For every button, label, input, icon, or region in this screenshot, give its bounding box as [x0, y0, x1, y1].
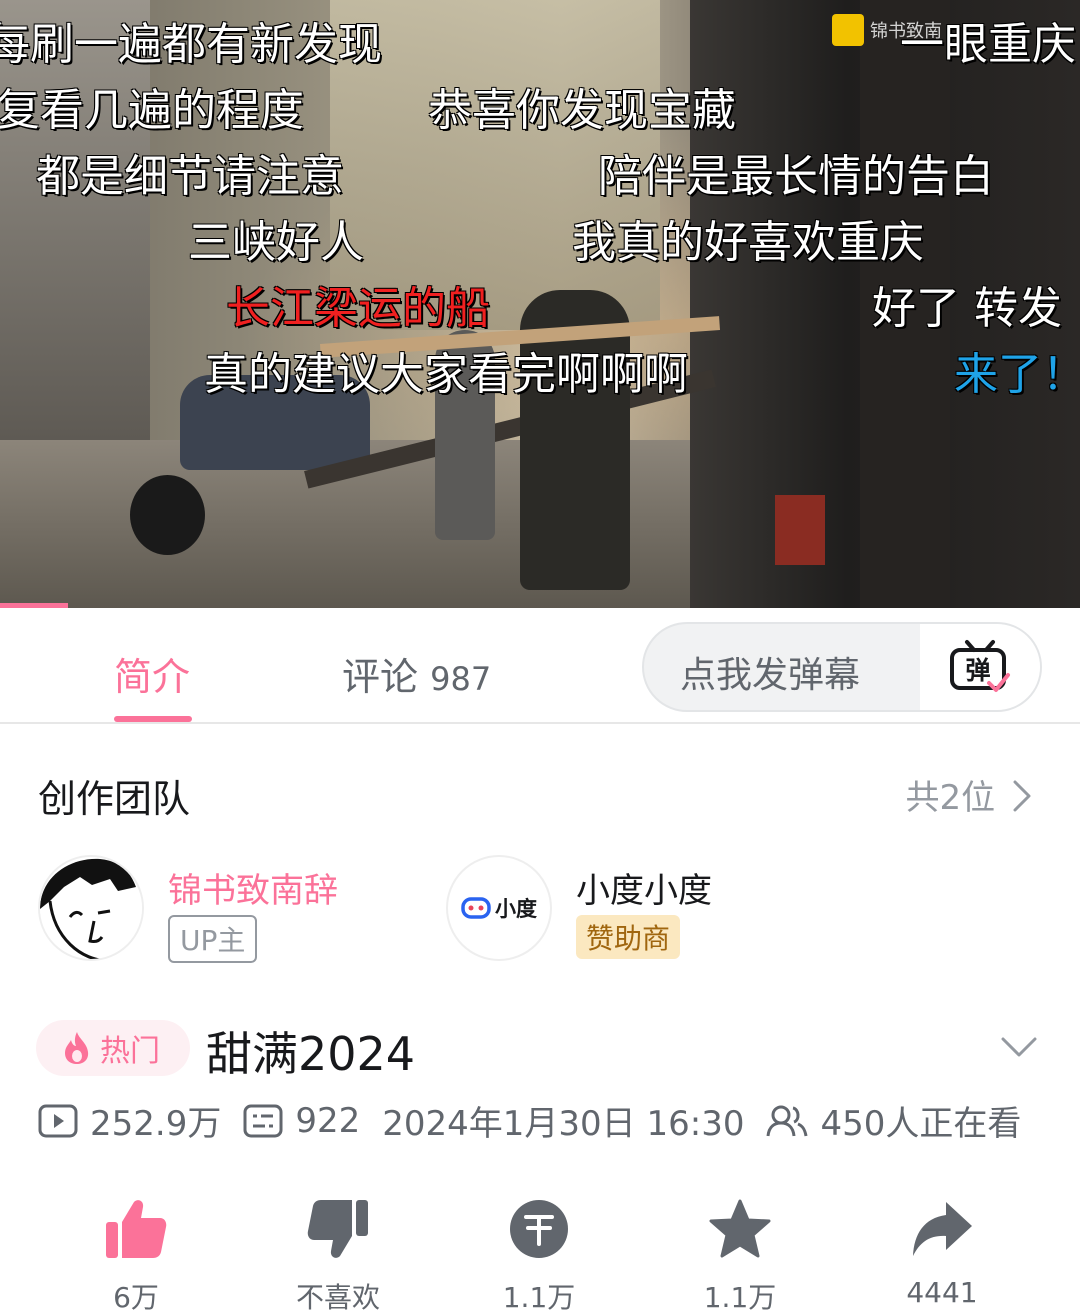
team-count-link[interactable]: 共2位	[906, 770, 1032, 819]
expand-description-button[interactable]	[1000, 1036, 1038, 1062]
dislike-label: 不喜欢	[295, 1281, 380, 1314]
watching-count: 450人正在看	[820, 1104, 1022, 1144]
sponsor-badge: 赞助商	[576, 915, 681, 959]
danmaku-comment: 每刷一遍都有新发现	[0, 19, 382, 70]
xiaodu-logo-icon	[461, 897, 491, 919]
tab-bar: 简介 评论 987 点我发弹幕 弹	[0, 608, 1080, 724]
danmaku-comment: 恭喜你发现宝藏	[428, 85, 736, 136]
team-count: 共2位	[905, 778, 996, 818]
tab-comments[interactable]: 评论 987	[342, 646, 491, 701]
team-member-sponsor[interactable]: 小度 小度小度 赞助商	[446, 855, 766, 965]
favorite-button[interactable]: 1.1万	[670, 1196, 810, 1316]
flame-icon	[65, 1032, 89, 1064]
video-player[interactable]: 每刷一遍都有新发现 复看几遍的程度 恭喜你发现宝藏 都是细节请注意 陪伴是最长情…	[0, 0, 1080, 608]
danmaku-comment: 三峡好人	[188, 217, 364, 268]
team-member-uploader[interactable]: 锦书致南辞 UP主	[38, 855, 398, 965]
sponsor-logo-avatar[interactable]: 小度	[446, 855, 552, 961]
share-icon	[913, 1202, 972, 1256]
team-section-title: 创作团队	[38, 777, 191, 821]
danmaku-comment: 我真的好喜欢重庆	[572, 217, 924, 268]
cartoon-face-avatar-icon	[40, 857, 142, 959]
danmaku-glyph: 弹	[965, 656, 990, 685]
danmaku-comment: 陪伴是最长情的告白	[598, 151, 994, 202]
danmaku-tv-icon: 弹	[950, 640, 1010, 692]
member-name[interactable]: 小度小度	[576, 863, 712, 912]
danmaku-input[interactable]: 点我发弹幕 弹	[642, 622, 1042, 712]
chevron-down-icon	[1001, 1037, 1037, 1057]
hot-label: 热门	[100, 1034, 160, 1069]
action-bar: 6万 不喜欢 1.1万 1.1万 4441	[0, 1196, 1080, 1314]
uploader-watermark: 锦书致南	[832, 14, 942, 46]
danmaku-count-icon	[243, 1104, 283, 1138]
avatar[interactable]	[38, 855, 144, 961]
dislike-button[interactable]: 不喜欢	[268, 1196, 408, 1316]
hot-badge[interactable]: 热门	[36, 1020, 190, 1076]
thumb-up-icon	[106, 1200, 167, 1258]
thumb-down-icon	[307, 1200, 368, 1258]
danmaku-comment: 都是细节请注意	[36, 151, 344, 202]
coin-icon	[510, 1200, 568, 1258]
sponsor-logo-text: 小度	[495, 897, 537, 921]
share-count: 4441	[906, 1276, 978, 1309]
danmaku-toggle-button[interactable]: 弹	[920, 624, 1040, 710]
like-count: 6万	[113, 1281, 159, 1314]
uploader-badge: UP主	[168, 915, 258, 963]
like-button[interactable]: 6万	[66, 1196, 206, 1316]
tab-comments-count: 987	[430, 660, 492, 698]
tab-comments-label: 评论	[342, 655, 419, 699]
member-name[interactable]: 锦书致南辞	[168, 863, 338, 912]
favorite-count: 1.1万	[703, 1281, 777, 1314]
danmaku-comment: 好了 转发	[872, 283, 1062, 334]
star-icon	[709, 1199, 771, 1258]
thumb-up-icon	[832, 14, 864, 46]
danmaku-count: 922	[295, 1100, 361, 1141]
danmaku-input-placeholder: 点我发弹幕	[680, 655, 861, 696]
danmaku-comment: 真的建议大家看完啊啊啊	[204, 349, 688, 400]
publish-datetime: 2024年1月30日 16:30	[382, 1104, 745, 1144]
tab-active-indicator	[114, 716, 192, 722]
coin-count: 1.1万	[502, 1281, 576, 1314]
danmaku-comment: 长江梁运的船	[226, 283, 490, 334]
viewers-icon	[766, 1104, 808, 1138]
watermark-text: 锦书致南	[870, 21, 942, 42]
danmaku-comment: 复看几遍的程度	[0, 85, 304, 136]
danmaku-comment: 来了！	[954, 349, 1080, 400]
share-button[interactable]: 4441	[872, 1196, 1012, 1309]
tab-intro[interactable]: 简介	[114, 646, 190, 701]
video-stats: 252.9万 922 2024年1月30日 16:30 450人正在看	[38, 1096, 1021, 1145]
play-count-icon	[38, 1104, 78, 1138]
view-count: 252.9万	[90, 1104, 222, 1144]
video-title: 甜满2024	[206, 1027, 416, 1081]
coin-button[interactable]: 1.1万	[469, 1196, 609, 1316]
chevron-right-icon	[1013, 780, 1031, 812]
